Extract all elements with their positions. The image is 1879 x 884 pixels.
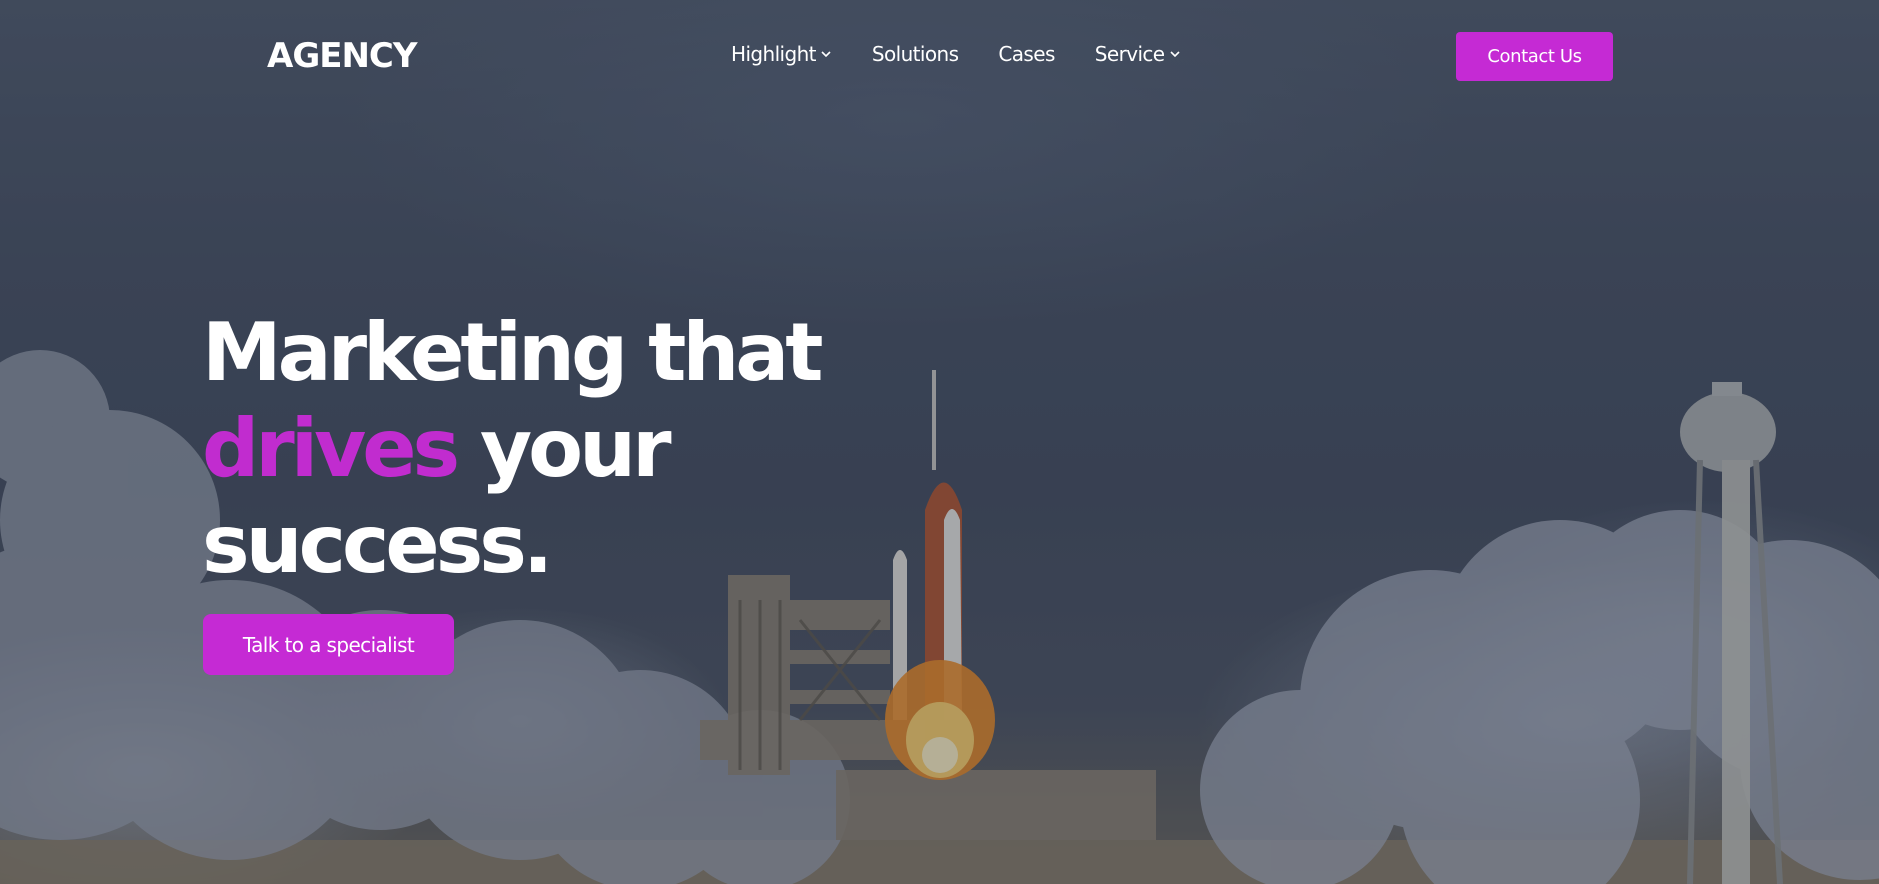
nav-item-service[interactable]: Service <box>1095 42 1181 66</box>
site-header: AGENCY Highlight Solutions Cases Service <box>0 0 1879 112</box>
chevron-down-icon <box>1169 51 1180 58</box>
hero-headline: Marketing that drives your success. <box>202 305 824 593</box>
hero-headline-line-2: drives your <box>202 401 820 497</box>
hero-headline-line-2-rest: your <box>456 402 672 495</box>
landing-page: AGENCY Highlight Solutions Cases Service <box>0 0 1879 884</box>
talk-to-specialist-button[interactable]: Talk to a specialist <box>203 614 454 675</box>
hero-headline-line-3: success. <box>202 498 553 591</box>
hero-headline-line-1: Marketing that <box>202 306 824 399</box>
brand-logo[interactable]: AGENCY <box>267 34 417 78</box>
nav-item-cases[interactable]: Cases <box>998 42 1055 66</box>
chevron-down-icon <box>821 51 831 58</box>
nav-item-label: Highlight <box>731 42 817 66</box>
nav-item-solutions[interactable]: Solutions <box>872 42 959 66</box>
contact-us-button[interactable]: Contact Us <box>1456 32 1613 81</box>
nav-item-label: Solutions <box>871 42 959 66</box>
hero-headline-accent: drives <box>202 402 460 495</box>
nav-item-highlight[interactable]: Highlight <box>731 42 832 66</box>
nav-item-label: Cases <box>998 42 1055 66</box>
nav-item-label: Service <box>1094 42 1165 66</box>
main-nav: Highlight Solutions Cases Service <box>731 38 1221 70</box>
